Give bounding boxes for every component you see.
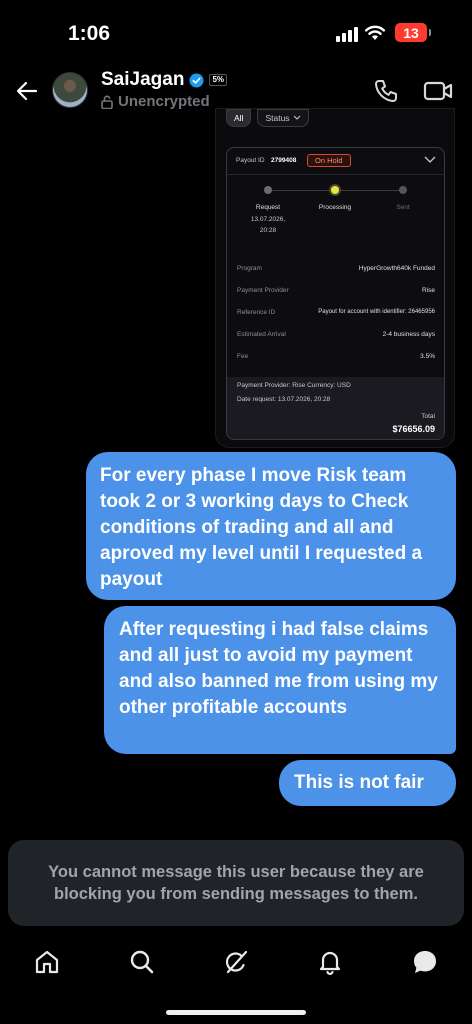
home-icon[interactable]: [33, 948, 61, 976]
verified-badge-icon: [189, 72, 204, 88]
detail-label: Program: [237, 265, 262, 272]
step-request-date-line2: 20:28: [259, 227, 277, 234]
back-arrow-icon[interactable]: [14, 78, 40, 104]
contact-name-row[interactable]: SaiJagan 5%: [101, 69, 227, 91]
payout-card: Payout ID 2799408 On Hold Request 13.07.…: [226, 147, 445, 440]
message-bubble[interactable]: After requesting i had false claims and …: [104, 606, 456, 754]
step-sent-dot: [399, 186, 407, 194]
total-label: Total: [421, 413, 435, 420]
avatar[interactable]: [52, 72, 88, 108]
detail-label: Reference ID: [237, 309, 276, 316]
step-request-date-line1: 13.07.2026,: [250, 216, 286, 223]
step-processing-label: Processing: [318, 204, 352, 211]
chevron-down-icon: [293, 115, 300, 120]
wifi-icon: [365, 25, 385, 40]
contact-name: SaiJagan: [101, 69, 185, 90]
blocked-notice-text: You cannot message this user because the…: [48, 863, 424, 903]
battery-indicator: 13: [395, 23, 431, 42]
filter-status-label: Status: [265, 113, 290, 123]
video-call-icon[interactable]: [422, 77, 454, 105]
detail-value: HyperGrowth640k Funded: [358, 265, 435, 272]
payout-id-label: Payout ID: [236, 157, 265, 164]
step-request-date: 13.07.2026, 20:28: [240, 214, 296, 236]
divider: [227, 174, 444, 175]
grok-icon[interactable]: [222, 948, 250, 976]
unlocked-icon: [101, 95, 113, 109]
screenshot-filter-bar: All Status: [226, 109, 309, 127]
notifications-icon[interactable]: [316, 948, 344, 976]
footer-provider-currency: Payment Provider: Rise Currency: USD: [237, 382, 351, 389]
blocked-notice: You cannot message this user because the…: [8, 840, 464, 926]
detail-value: 2-4 business days: [382, 331, 435, 338]
encryption-status: Unencrypted: [101, 93, 210, 110]
footer-date-request: Date request: 13.07.2026, 20:28: [237, 396, 331, 403]
detail-label: Fee: [237, 353, 249, 360]
chevron-down-icon: [424, 156, 436, 163]
message-bubble[interactable]: This is not fair: [279, 760, 456, 806]
status-badge: On Hold: [307, 154, 351, 167]
step-processing-dot: [331, 186, 339, 194]
phone-call-icon[interactable]: [372, 77, 400, 105]
detail-label: Payment Provider: [237, 287, 289, 294]
payout-id: 2799408: [271, 157, 297, 164]
status-bar: 1:06 13: [0, 0, 472, 64]
filter-status: Status: [257, 109, 309, 127]
bottom-tab-bar: [0, 940, 472, 984]
detail-label: Estimated Arrival: [237, 331, 286, 338]
step-sent-label: Sent: [396, 204, 410, 211]
detail-value: 3.5%: [420, 353, 435, 360]
shared-screenshot-image[interactable]: All Status Payout ID 2799408 On Hold Req…: [215, 108, 455, 448]
filter-all: All: [226, 109, 252, 127]
search-icon[interactable]: [128, 948, 156, 976]
detail-value: Payout for account with identifier: 2646…: [318, 309, 435, 315]
encryption-label: Unencrypted: [118, 93, 210, 110]
total-value: $76656.09: [392, 424, 435, 434]
clock: 1:06: [68, 22, 111, 45]
message-bubble[interactable]: For every phase I move Risk team took 2 …: [86, 452, 456, 600]
payout-footer: Payment Provider: Rise Currency: USD Dat…: [227, 377, 444, 439]
affiliate-badge: 5%: [209, 74, 227, 86]
signal-icon: [336, 26, 358, 42]
detail-value: Rise: [421, 287, 435, 294]
step-request-dot: [264, 186, 272, 194]
messages-icon[interactable]: [411, 948, 439, 976]
home-indicator: [166, 1010, 306, 1015]
step-request-label: Request: [255, 204, 281, 211]
payout-card-header: Payout ID 2799408 On Hold: [227, 148, 444, 174]
